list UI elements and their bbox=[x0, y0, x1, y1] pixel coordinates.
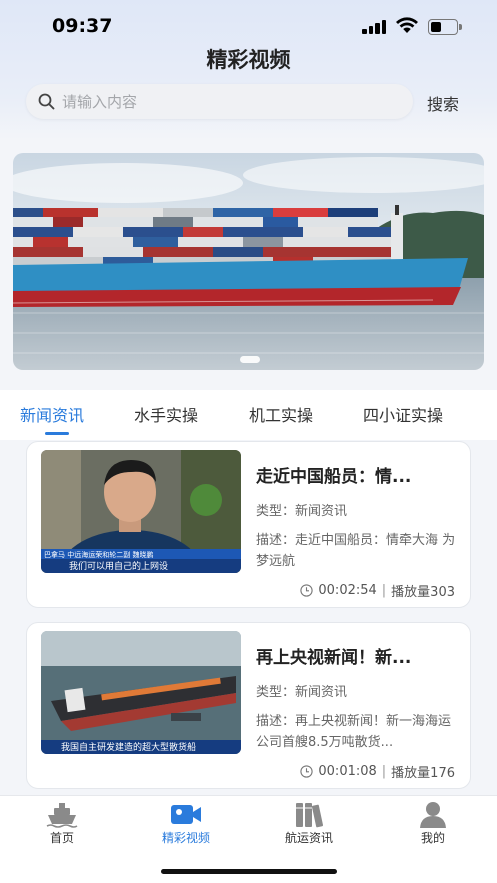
video-meta: 00:02:54 | 播放量303 bbox=[300, 581, 455, 600]
thumbnail-caption-bottom: 我国自主研发建造的超大型散货船 bbox=[61, 741, 196, 753]
cellular-signal-icon bbox=[362, 20, 388, 34]
video-duration: 00:01:08 bbox=[318, 764, 377, 779]
video-thumbnail[interactable]: 我国自主研发建造的超大型散货船 bbox=[41, 631, 241, 754]
nav-label: 我的 bbox=[420, 831, 445, 845]
nav-profile[interactable]: 我的 bbox=[378, 796, 488, 851]
tab-four-certificates-practice[interactable]: 四小证实操 bbox=[363, 402, 443, 426]
video-description: 描述：再上央视新闻！新一海海运公司首艘8.5万吨散货... bbox=[256, 714, 452, 750]
banner-carousel[interactable] bbox=[13, 153, 484, 370]
thumbnail-caption-top: 巴拿马 中远海运荣和轮二副 魏晓鹏 bbox=[44, 550, 153, 559]
category-tabs: 新闻资讯 水手实操 机工实操 四小证实操 bbox=[0, 390, 497, 440]
nav-label: 首页 bbox=[49, 831, 74, 845]
nav-videos[interactable]: 精彩视频 bbox=[131, 796, 241, 851]
video-camera-icon bbox=[171, 805, 201, 824]
clock-icon bbox=[300, 765, 314, 778]
video-description: 描述：走近中国船员：情牵大海 为梦远航 bbox=[256, 533, 456, 569]
video-type: 类型：新闻资讯 bbox=[256, 685, 348, 700]
video-card[interactable]: 我国自主研发建造的超大型散货船 再上央视新闻！新... 类型：新闻资讯 描述：再… bbox=[26, 622, 471, 789]
ship-icon bbox=[46, 803, 78, 828]
books-icon bbox=[296, 803, 324, 828]
tab-news[interactable]: 新闻资讯 bbox=[20, 402, 84, 426]
search-input[interactable] bbox=[62, 84, 402, 119]
crew-interview-thumbnail: 巴拿马 中远海运荣和轮二副 魏晓鹏 我们可以用自己的上网设 bbox=[41, 450, 241, 573]
user-icon bbox=[420, 802, 446, 828]
status-time: 09:37 bbox=[52, 15, 113, 37]
video-meta: 00:01:08 | 播放量176 bbox=[300, 762, 455, 781]
nav-label: 航运资讯 bbox=[284, 831, 333, 845]
clock-icon bbox=[300, 584, 314, 597]
video-play-count: 播放量176 bbox=[391, 766, 455, 781]
wifi-icon bbox=[396, 17, 418, 33]
video-thumbnail[interactable]: 巴拿马 中远海运荣和轮二副 魏晓鹏 我们可以用自己的上网设 bbox=[41, 450, 241, 573]
thumbnail-caption-bottom: 我们可以用自己的上网设 bbox=[69, 560, 168, 572]
page-title: 精彩视频 bbox=[206, 48, 291, 72]
search-button[interactable]: 搜索 bbox=[427, 91, 459, 115]
video-title[interactable]: 走近中国船员：情... bbox=[256, 462, 456, 487]
video-type: 类型：新闻资讯 bbox=[256, 504, 348, 519]
search-box[interactable] bbox=[26, 84, 413, 119]
tab-sailor-practice[interactable]: 水手实操 bbox=[134, 402, 198, 426]
tab-engineer-practice[interactable]: 机工实操 bbox=[249, 402, 313, 426]
carousel-indicator[interactable] bbox=[240, 356, 260, 363]
video-card[interactable]: 巴拿马 中远海运荣和轮二副 魏晓鹏 我们可以用自己的上网设 走近中国船员：情..… bbox=[26, 441, 471, 608]
status-bar: 09:37 bbox=[0, 0, 497, 50]
container-ship-image bbox=[13, 153, 484, 370]
nav-label: 精彩视频 bbox=[161, 831, 210, 845]
battery-icon bbox=[428, 19, 462, 35]
home-indicator bbox=[161, 869, 337, 874]
video-title[interactable]: 再上央视新闻！新... bbox=[256, 643, 456, 668]
meta-separator: | bbox=[381, 764, 387, 779]
nav-home[interactable]: 首页 bbox=[7, 796, 117, 851]
search-icon bbox=[38, 93, 55, 110]
active-tab-indicator bbox=[45, 432, 69, 435]
nav-shipping-news[interactable]: 航运资讯 bbox=[254, 796, 364, 851]
meta-separator: | bbox=[381, 583, 387, 598]
bulk-carrier-thumbnail: 我国自主研发建造的超大型散货船 bbox=[41, 631, 241, 754]
video-duration: 00:02:54 bbox=[318, 583, 377, 598]
video-play-count: 播放量303 bbox=[391, 585, 455, 600]
